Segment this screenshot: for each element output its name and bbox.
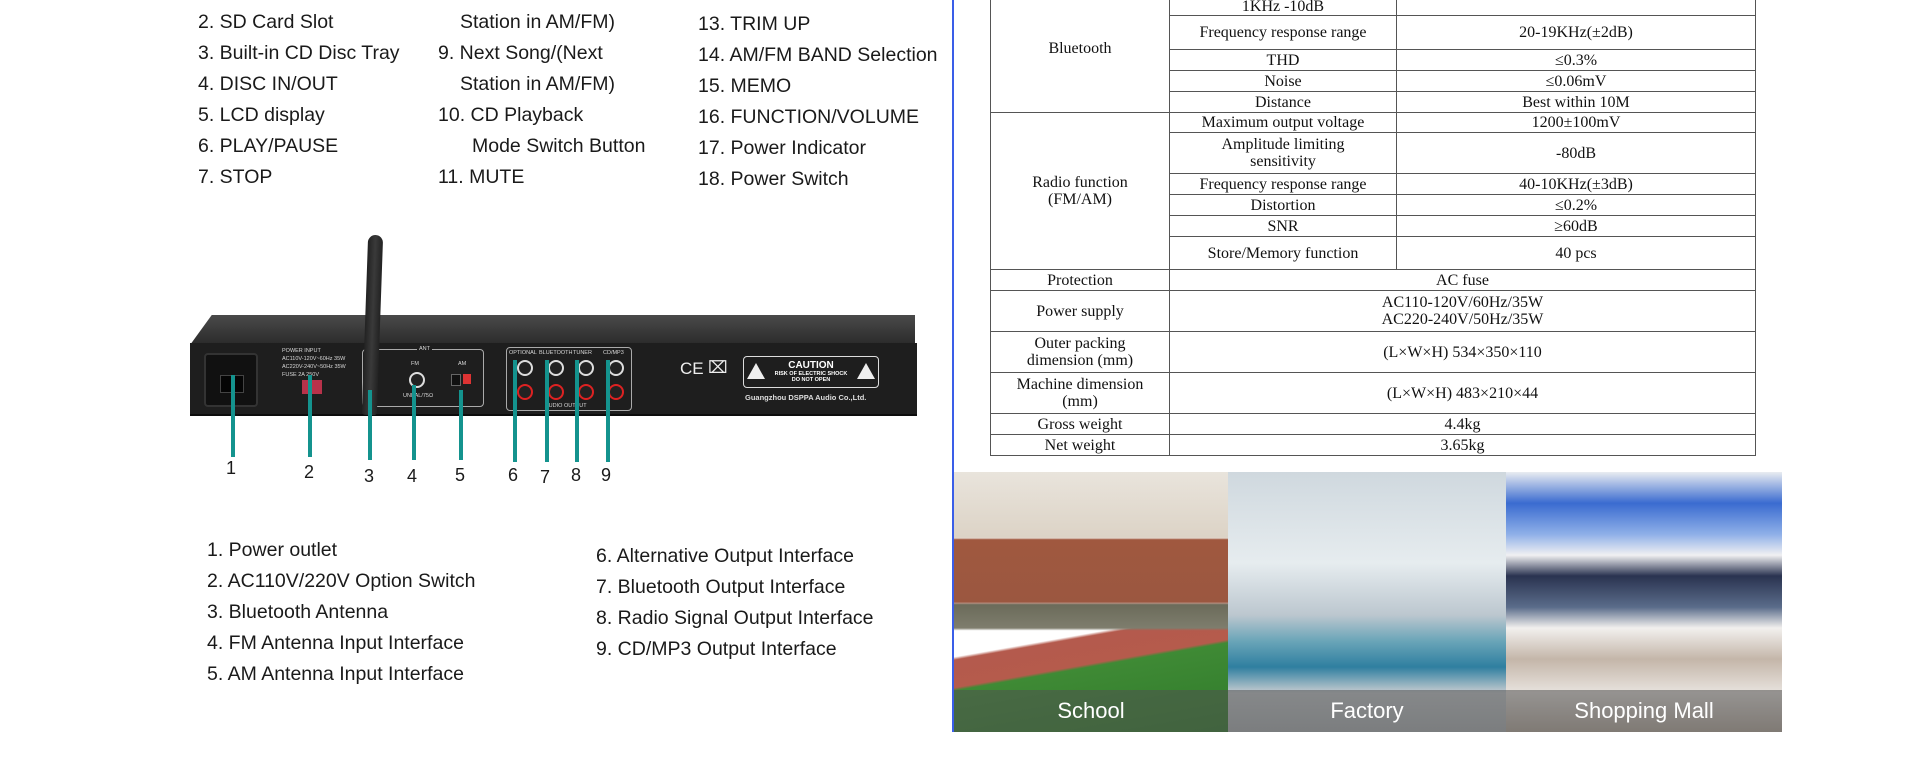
- callout-number: 8: [571, 465, 582, 485]
- exclamation-warning-icon: [857, 363, 875, 379]
- legend-item: 17. Power Indicator: [698, 137, 867, 159]
- legend-item: 5. LCD display: [198, 104, 325, 126]
- legend-item: 6. PLAY/PAUSE: [198, 135, 339, 157]
- legend-item: 14. AM/FM BAND Selection: [698, 44, 938, 66]
- table-row: Power supply AC110-120V/60Hz/35W AC220-2…: [990, 290, 1756, 332]
- spec-table: Bluetooth 1KHz -10dB Frequency response …: [990, 0, 1756, 456]
- manufacturer-label: Guangzhou DSPPA Audio Co.,Ltd.: [745, 393, 867, 402]
- callout-line-2: [308, 375, 312, 457]
- front-legend-col2: Station in AM/FM) 9. Next Song/(Next Sta…: [438, 7, 645, 193]
- table-row: Machine dimension (mm) (L×W×H) 483×210×4…: [990, 372, 1756, 414]
- callout-number: 4: [407, 466, 418, 486]
- table-row: Radio function (FM/AM) Maximum output vo…: [990, 112, 1756, 270]
- legend-item: 4. DISC IN/OUT: [198, 73, 338, 95]
- callout-number: 2: [304, 462, 315, 482]
- callout-number: 7: [540, 467, 551, 487]
- legend-item: 6. Alternative Output Interface: [596, 545, 854, 567]
- callout-number: 3: [364, 466, 375, 486]
- back-legend-col1: 1. Power outlet 2. AC110V/220V Option Sw…: [207, 535, 475, 690]
- legend-item: 9. Next Song/(Next: [438, 42, 603, 64]
- antenna-box: ANT FM AM UNBAL/75Ω: [362, 345, 484, 407]
- legend-item: 3. Built-in CD Disc Tray: [198, 42, 400, 64]
- audio-output-box: OPTIONAL BLUETOOTH TUNER CD/MP3 AUDIO OU…: [506, 347, 632, 411]
- table-row: Gross weight 4.4kg: [990, 413, 1756, 435]
- am-terminal-black-icon: [451, 374, 461, 386]
- tuner-r-jack-icon: [578, 384, 594, 400]
- photo-caption: Factory: [1228, 690, 1506, 732]
- voltage-switch-icon: [302, 380, 322, 394]
- legend-item: 18. Power Switch: [698, 168, 849, 190]
- callout-line-1: [231, 375, 235, 457]
- legend-item: Station in AM/FM): [460, 11, 615, 33]
- table-row: Outer packing dimension (mm) (L×W×H) 534…: [990, 331, 1756, 373]
- weee-bin-icon: ⌧: [708, 358, 728, 377]
- legend-item: 5. AM Antenna Input Interface: [207, 663, 464, 685]
- callout-number: 6: [508, 465, 519, 485]
- legend-item: 7. Bluetooth Output Interface: [596, 576, 846, 598]
- legend-item: 7. STOP: [198, 166, 273, 188]
- legend-item: 9. CD/MP3 Output Interface: [596, 638, 837, 660]
- legend-item: Mode Switch Button: [472, 135, 646, 157]
- device-top-surface: [190, 315, 915, 345]
- callout-line-3: [368, 390, 372, 460]
- legend-item: 10. CD Playback: [438, 104, 584, 126]
- tuner-l-jack-icon: [578, 360, 594, 376]
- front-legend-col1: 2. SD Card Slot 3. Built-in CD Disc Tray…: [198, 7, 400, 193]
- cdmp3-r-jack-icon: [608, 384, 624, 400]
- callout-line-7: [545, 360, 549, 462]
- am-terminal-red-icon: [463, 374, 471, 384]
- legend-item: 2. SD Card Slot: [198, 11, 334, 33]
- callout-number: 1: [226, 458, 237, 478]
- legend-item: 8. Radio Signal Output Interface: [596, 607, 874, 629]
- table-row: Bluetooth 1KHz -10dB: [990, 0, 1756, 113]
- table-row: Net weight 3.65kg: [990, 434, 1756, 456]
- legend-item: 16. FUNCTION/VOLUME: [698, 106, 920, 128]
- callout-line-5: [459, 390, 463, 460]
- device-rear-panel: POWER INPUT AC110V-120V~60Hz 35W AC220V-…: [190, 343, 917, 416]
- application-photo-shopping-mall: Shopping Mall: [1506, 472, 1782, 732]
- callout-line-4: [412, 385, 416, 460]
- legend-item: 11. MUTE: [438, 166, 525, 188]
- application-photo-factory: Factory: [1228, 472, 1506, 732]
- legend-item: Station in AM/FM): [460, 73, 615, 95]
- legend-item: 2. AC110V/220V Option Switch: [207, 570, 476, 592]
- callout-number: 9: [601, 465, 612, 485]
- table-row: Protection AC fuse: [990, 269, 1756, 291]
- back-legend-col2: 6. Alternative Output Interface 7. Bluet…: [596, 541, 874, 665]
- power-input-label: POWER INPUT AC110V-120V~60Hz 35W AC220V-…: [282, 348, 346, 378]
- legend-item: 4. FM Antenna Input Interface: [207, 632, 464, 654]
- callout-line-8: [575, 360, 579, 462]
- legend-item: 13. TRIM UP: [698, 13, 811, 35]
- bluetooth-l-jack-icon: [548, 360, 564, 376]
- spec-group-label: Bluetooth: [990, 0, 1170, 113]
- photo-caption: School: [954, 690, 1228, 732]
- front-legend-col3: 13. TRIM UP 14. AM/FM BAND Selection 15.…: [698, 9, 938, 195]
- photo-caption: Shopping Mall: [1506, 690, 1782, 732]
- application-photo-school: School: [954, 472, 1228, 732]
- ce-mark-icon: CE: [680, 359, 704, 378]
- callout-line-9: [606, 360, 610, 462]
- optional-l-jack-icon: [517, 360, 533, 376]
- legend-item: 3. Bluetooth Antenna: [207, 601, 389, 623]
- legend-item: 1. Power outlet: [207, 539, 338, 561]
- caution-label: CAUTION RISK OF ELECTRIC SHOCK DO NOT OP…: [743, 356, 879, 388]
- spec-group-label: Radio function (FM/AM): [990, 112, 1170, 270]
- bluetooth-r-jack-icon: [548, 384, 564, 400]
- legend-item: 15. MEMO: [698, 75, 792, 97]
- electric-shock-warning-icon: [747, 363, 765, 379]
- callout-number: 5: [455, 465, 466, 485]
- callout-line-6: [513, 360, 517, 462]
- optional-r-jack-icon: [517, 384, 533, 400]
- cdmp3-l-jack-icon: [608, 360, 624, 376]
